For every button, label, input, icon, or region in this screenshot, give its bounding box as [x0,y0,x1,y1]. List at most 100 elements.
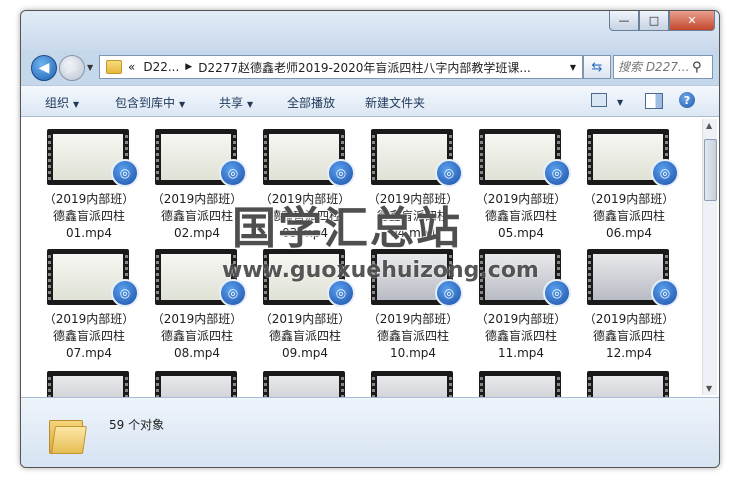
video-thumbnail [479,371,561,397]
folder-icon [106,60,122,74]
film-strip [156,252,159,302]
media-player-icon: ◎ [435,159,463,187]
title-bar: — □ ✕ [21,11,719,51]
film-strip [233,374,236,397]
file-name: （2019内部班） 德鑫盲派四柱 05.mp4 [475,192,567,240]
video-frame [269,376,339,397]
media-player-icon: ◎ [111,159,139,187]
back-button[interactable]: ◀ [31,55,57,81]
film-strip [264,132,267,182]
chevron-down-icon: ▼ [617,98,624,107]
file-name: （2019内部班） 德鑫盲派四柱 01.mp4 [43,192,135,240]
navigation-row: ◀ ▶ ▼ « D22... ▶ D2277赵德鑫老师2019-2020年盲派四… [21,53,719,81]
chevron-down-icon: ▼ [247,100,254,109]
video-thumbnail [47,371,129,397]
include-in-library-button[interactable]: 包含到库中 ▼ [115,94,185,111]
share-button[interactable]: 共享 ▼ [219,94,253,111]
media-player-icon: ◎ [435,279,463,307]
view-options-dropdown[interactable]: ▼ [613,94,623,108]
film-strip [264,374,267,397]
minimize-button[interactable]: — [609,11,639,31]
scroll-down-icon[interactable]: ▼ [706,384,712,393]
maximize-button[interactable]: □ [639,11,669,31]
file-name: （2019内部班） 德鑫盲派四柱 02.mp4 [151,192,243,240]
command-bar: 组织 ▼ 包含到库中 ▼ 共享 ▼ 全部播放 新建文件夹 ▼ ? [21,85,719,117]
film-strip [480,374,483,397]
video-thumbnail [155,371,237,397]
media-player-icon: ◎ [543,159,571,187]
chevron-right-icon[interactable]: ▶ [185,62,192,72]
film-strip [341,374,344,397]
item-count: 59 个对象 [109,418,165,432]
search-box[interactable]: ⚲ [613,55,713,79]
window-controls: — □ ✕ [609,11,715,31]
video-thumbnail [587,371,669,397]
file-name: （2019内部班） 德鑫盲派四柱 09.mp4 [259,312,351,360]
film-strip [48,374,51,397]
arrow-right-icon: ▶ [66,60,78,76]
breadcrumb-item[interactable]: D22... [143,60,179,74]
file-name: （2019内部班） 德鑫盲派四柱 06.mp4 [583,192,675,240]
arrow-left-icon: ◀ [38,60,50,76]
film-strip [156,374,159,397]
chevron-down-icon: ▼ [179,100,186,109]
organize-label: 组织 [45,96,70,110]
details-pane: 59 个对象 [21,397,719,467]
video-thumbnail [263,371,345,397]
file-name: （2019内部班） 德鑫盲派四柱 12.mp4 [583,312,675,360]
share-label: 共享 [219,96,244,110]
film-strip [480,132,483,182]
media-player-icon: ◎ [543,279,571,307]
scrollbar-thumb[interactable] [704,139,717,201]
file-grid: ◎ （2019内部班） 德鑫盲派四柱 01.mp4 ◎ （2019内部班） 德鑫盲派四柱 0… [21,117,719,397]
media-player-icon: ◎ [111,279,139,307]
file-name: （2019内部班） 德鑫盲派四柱 11.mp4 [475,312,567,360]
film-strip [48,132,51,182]
search-icon[interactable]: ⚲ [692,60,702,75]
film-strip [557,374,560,397]
film-strip [48,252,51,302]
include-in-library-label: 包含到库中 [115,96,176,110]
file-name: （2019内部班） 德鑫盲派四柱 10.mp4 [367,312,459,360]
media-player-icon: ◎ [219,279,247,307]
film-strip [372,132,375,182]
film-strip [449,374,452,397]
preview-pane-icon[interactable] [645,93,663,109]
film-strip [588,252,591,302]
watermark-url: www.guoxuehuizong.com [222,258,539,283]
film-strip [588,374,591,397]
organize-button[interactable]: 组织 ▼ [45,94,79,111]
help-icon[interactable]: ? [679,92,695,108]
media-player-icon: ◎ [651,279,679,307]
video-frame [53,376,123,397]
address-bar[interactable]: « D22... ▶ D2277赵德鑫老师2019-2020年盲派四柱八字内部教… [99,55,583,79]
search-input[interactable] [618,60,692,74]
recent-pages-dropdown[interactable]: ▼ [87,63,93,72]
file-name: （2019内部班） 德鑫盲派四柱 07.mp4 [43,312,135,360]
film-strip [125,374,128,397]
breadcrumb-prefix[interactable]: « [128,60,135,74]
folder-icon [49,416,87,454]
film-strip [156,132,159,182]
video-frame [377,376,447,397]
film-strip [588,132,591,182]
view-options-icon[interactable] [591,93,607,107]
new-folder-button[interactable]: 新建文件夹 [365,94,425,111]
breadcrumb-item[interactable]: D2277赵德鑫老师2019-2020年盲派四柱八字内部教学班课... [198,59,531,76]
refresh-button[interactable]: ⇆ [583,55,611,79]
video-thumbnail [371,371,453,397]
video-frame [161,376,231,397]
media-player-icon: ◎ [651,159,679,187]
forward-button[interactable]: ▶ [59,55,85,81]
chevron-down-icon[interactable]: ▼ [570,63,576,72]
media-player-icon: ◎ [219,159,247,187]
vertical-scrollbar[interactable]: ▲ ▼ [702,119,717,395]
video-frame [593,376,663,397]
close-button[interactable]: ✕ [669,11,715,31]
watermark-text: 国学汇总站 [232,203,462,254]
video-frame [485,376,555,397]
scroll-up-icon[interactable]: ▲ [706,121,712,130]
play-all-button[interactable]: 全部播放 [287,94,335,111]
media-player-icon: ◎ [327,159,355,187]
film-strip [372,374,375,397]
